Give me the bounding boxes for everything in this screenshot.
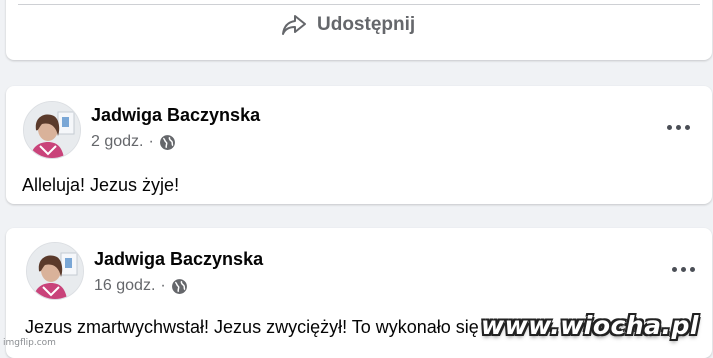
- more-options-button[interactable]: [665, 257, 701, 281]
- post-text: Alleluja! Jezus żyje!: [22, 175, 180, 195]
- post-time[interactable]: 16 godz.: [94, 277, 155, 295]
- more-options-icon: [671, 266, 677, 272]
- post-time[interactable]: 2 godz.: [91, 133, 143, 151]
- avatar-photo: [27, 243, 83, 299]
- more-options-button[interactable]: [660, 115, 696, 139]
- post-meta: 2 godz. ·: [91, 133, 176, 151]
- site-watermark: www.wiocha.pl: [481, 311, 699, 340]
- action-divider: [18, 4, 700, 5]
- meta-separator: ·: [148, 133, 154, 150]
- generator-watermark: imgflip.com: [3, 338, 56, 348]
- avatar[interactable]: [23, 101, 81, 159]
- share-button[interactable]: Udostępnij: [281, 11, 415, 39]
- previous-post-card: Udostępnij: [6, 0, 712, 60]
- post-text: Jezus zmartwychwstał! Jezus zwyciężył! T…: [25, 317, 479, 337]
- more-options-icon: [666, 124, 672, 130]
- post-author[interactable]: Jadwiga Baczynska: [94, 249, 263, 270]
- share-label: Udostępnij: [317, 14, 416, 35]
- post-meta: 16 godz. ·: [94, 277, 188, 295]
- globe-icon[interactable]: [159, 134, 176, 151]
- avatar-photo: [24, 102, 80, 158]
- post-card: Jadwiga Baczynska 2 godz. · Alleluja! Je…: [6, 86, 712, 204]
- post-author[interactable]: Jadwiga Baczynska: [91, 105, 260, 126]
- avatar[interactable]: [26, 242, 84, 300]
- share-icon: [282, 15, 306, 35]
- globe-icon[interactable]: [171, 278, 188, 295]
- meta-separator: ·: [160, 277, 166, 294]
